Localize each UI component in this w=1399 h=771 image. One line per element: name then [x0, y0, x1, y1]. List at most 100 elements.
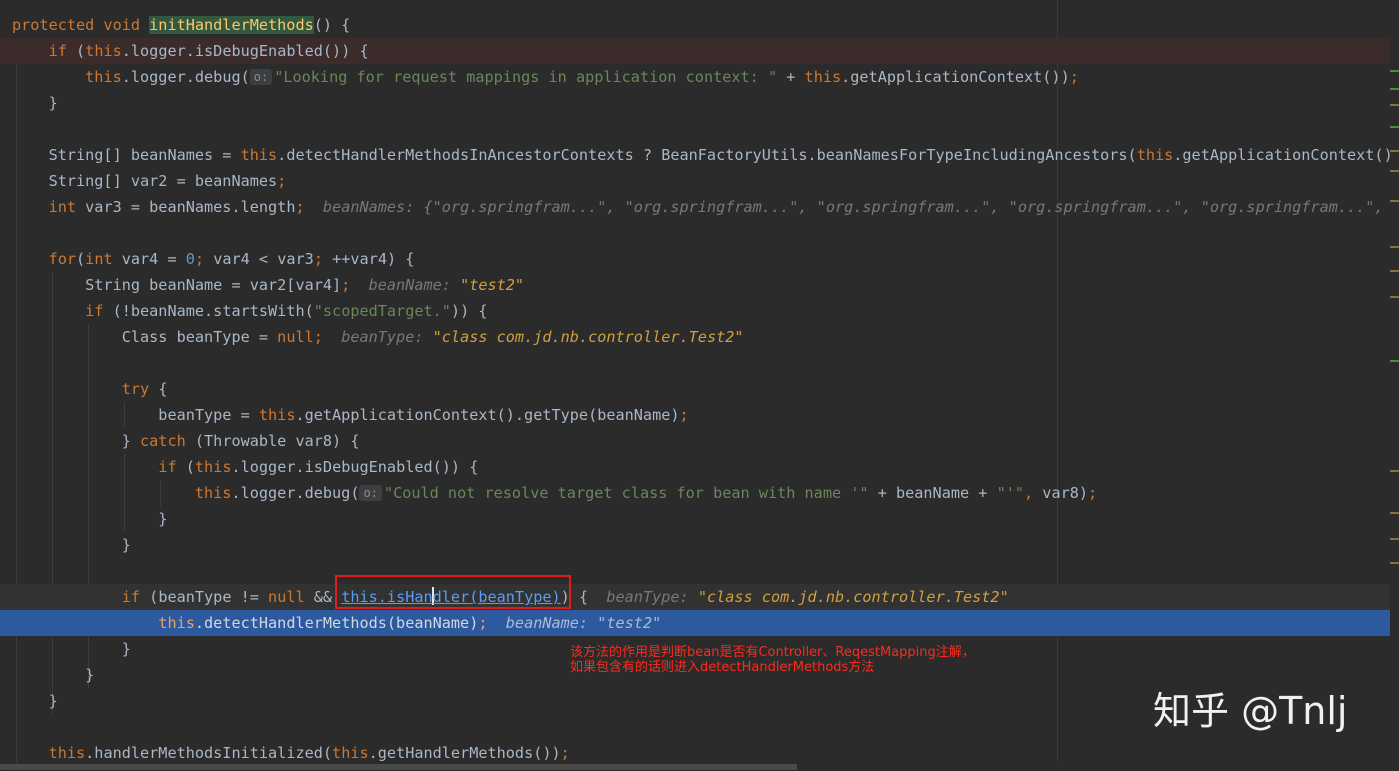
code-token: ; [1069, 68, 1079, 86]
scrollbar-marker[interactable] [1390, 104, 1399, 106]
code-token: this [804, 68, 842, 86]
scrollbar-marker[interactable] [1390, 170, 1399, 172]
code-token: .getApplicationContext() [1173, 146, 1390, 164]
horizontal-scrollbar[interactable] [0, 762, 1399, 771]
code-token: (Throwable var8) { [194, 432, 360, 450]
code-token: } [12, 536, 131, 554]
code-line[interactable]: if (beanType != null && this.isHandler(b… [0, 584, 1390, 610]
code-token: .getApplicationContext().getType(beanNam… [295, 406, 680, 424]
code-line[interactable] [0, 220, 1390, 246]
parameter-hint: o: [359, 485, 382, 501]
code-token: () { [313, 16, 351, 34]
scrollbar-marker[interactable] [1390, 200, 1399, 202]
code-token: ; [313, 250, 333, 268]
code-token: this [85, 42, 122, 60]
code-line[interactable]: try { [0, 376, 1390, 402]
code-token: "'" [996, 484, 1024, 502]
debug-inline-value: beanName: [350, 276, 461, 294]
code-token: ; [277, 172, 287, 190]
code-line[interactable]: String beanName = var2[var4]; beanName: … [0, 272, 1390, 298]
code-token: null [277, 328, 314, 346]
code-line[interactable]: } [0, 90, 1390, 116]
code-token: "Could not resolve target class for bean… [383, 484, 869, 502]
code-line[interactable]: for(int var4 = 0; var4 < var3; ++var4) { [0, 246, 1390, 272]
scrollbar-marker[interactable] [1390, 88, 1399, 90]
code-line[interactable]: } catch (Throwable var8) { [0, 428, 1390, 454]
scrollbar-marker[interactable] [1390, 562, 1399, 564]
code-token: ; [1088, 484, 1098, 502]
scrollbar-marker[interactable] [1390, 150, 1399, 152]
scrollbar-marker[interactable] [1390, 296, 1399, 298]
code-token: + [777, 68, 805, 86]
code-line[interactable]: if (this.logger.isDebugEnabled()) { [0, 454, 1390, 480]
code-line[interactable] [0, 350, 1390, 376]
code-token: this [240, 146, 278, 164]
code-line[interactable] [0, 116, 1390, 142]
code-token: + beanName + [868, 484, 997, 502]
code-line[interactable]: this.detectHandlerMethods(beanName); bea… [0, 610, 1390, 636]
zhihu-watermark: 知乎 @Tnlj [1153, 689, 1348, 733]
highlight-box [335, 575, 571, 609]
code-token: this [194, 484, 232, 502]
code-line[interactable]: int var3 = beanNames.length; beanNames: … [0, 194, 1390, 220]
code-token: null [268, 588, 314, 606]
scrollbar-marker[interactable] [1390, 246, 1399, 248]
code-line[interactable]: beanType = this.getApplicationContext().… [0, 402, 1390, 428]
code-token: try [121, 380, 159, 398]
code-token: catch [140, 432, 195, 450]
code-token: (beanType != [149, 588, 269, 606]
code-line[interactable]: Class beanType = null; beanType: "class … [0, 324, 1390, 350]
code-line[interactable]: String[] beanNames = this.detectHandlerM… [0, 142, 1390, 168]
code-token: } [12, 692, 58, 710]
code-token: 0 [185, 250, 195, 268]
code-line[interactable]: } [0, 506, 1390, 532]
code-line[interactable]: String[] var2 = beanNames; [0, 168, 1390, 194]
annotation-line-2: 如果包含有的话则进入detectHandlerMethods方法 [570, 660, 875, 675]
code-token: "scopedTarget." [313, 302, 451, 320]
debug-inline-value: "test2" [460, 276, 525, 294]
code-token: ; [679, 406, 689, 424]
code-line[interactable]: } [0, 532, 1390, 558]
debug-inline-value: beanName: "test2" [487, 614, 662, 632]
code-token: int [85, 250, 122, 268]
code-token: ; [295, 198, 305, 216]
code-token: var3 = beanNames.length [85, 198, 296, 216]
scrollbar-marker[interactable] [1390, 470, 1399, 472]
code-token: } [12, 666, 95, 684]
scrollbar-marker[interactable] [1390, 360, 1399, 362]
code-token: ( [76, 42, 86, 60]
code-token: initHandlerMethods [149, 16, 314, 34]
scrollbar-marker[interactable] [1390, 270, 1399, 272]
code-token: if [158, 458, 186, 476]
scrollbar-marker[interactable] [1390, 126, 1399, 128]
code-line[interactable]: this.logger.debug(o: "Looking for request… [0, 64, 1390, 90]
code-line[interactable]: if (!beanName.startsWith("scopedTarget."… [0, 298, 1390, 324]
vertical-scrollbar[interactable] [1390, 0, 1399, 771]
scrollbar-marker[interactable] [1390, 512, 1399, 514]
code-token: String[] beanNames = [12, 146, 241, 164]
code-token: var4 = [121, 250, 186, 268]
code-line[interactable] [0, 558, 1390, 584]
horizontal-scrollbar-thumb[interactable] [0, 764, 797, 770]
code-token: for [48, 250, 77, 268]
debug-inline-value: "class com.jd.nb.controller.Test2" [697, 588, 1009, 606]
code-line[interactable]: protected void initHandlerMethods() { [0, 12, 1390, 38]
code-token: "Looking for request mappings in applica… [274, 68, 778, 86]
code-token: .handlerMethodsInitialized( [85, 744, 333, 762]
code-token: ; [478, 614, 488, 632]
code-line[interactable]: if (this.logger.isDebugEnabled()) { [0, 38, 1390, 64]
scrollbar-marker[interactable] [1390, 70, 1399, 72]
code-token: { [158, 380, 168, 398]
code-token: ( [76, 250, 86, 268]
code-token: )) { [450, 302, 488, 320]
scrollbar-marker[interactable] [1390, 538, 1399, 540]
code-line[interactable]: this.logger.debug(o: "Could not resolve t… [0, 480, 1390, 506]
